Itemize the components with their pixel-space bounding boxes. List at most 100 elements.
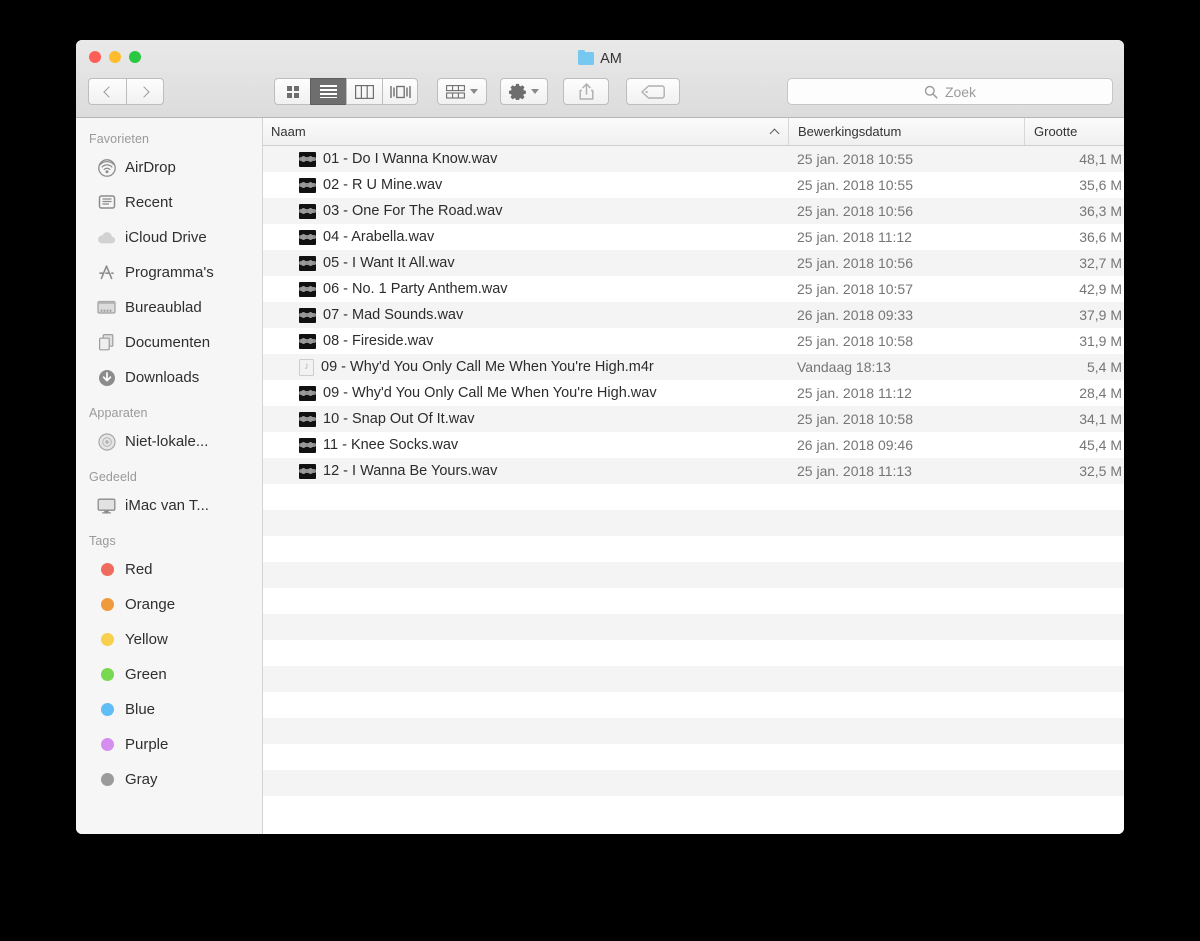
file-name-label: 05 - I Want It All.wav [323,255,455,271]
sidebar-item-documenten[interactable]: Documenten [76,325,262,360]
sidebar-item-icloud-drive[interactable]: iCloud Drive [76,220,262,255]
empty-row [263,744,1124,770]
cell-naam: 10 - Snap Out Of It.wav [263,411,788,427]
column-header-grootte[interactable]: Grootte [1024,118,1124,145]
action-button[interactable] [500,78,548,105]
cell-bewerkingsdatum: 25 jan. 2018 10:56 [797,255,913,271]
table-row[interactable]: 03 - One For The Road.wav 25 jan. 2018 10… [263,198,1124,224]
sidebar-item-niet-lokale[interactable]: Niet-lokale... [76,424,262,459]
sidebar-item-recent[interactable]: Recent [76,185,262,220]
gallery-view-button[interactable] [382,78,418,105]
cell-bewerkingsdatum: 25 jan. 2018 11:12 [797,385,912,401]
sidebar-item-programmas[interactable]: Programma's [76,255,262,290]
wav-file-icon [299,151,316,167]
sidebar-header-tags: Tags [89,534,116,548]
column-header-bewerkingsdatum[interactable]: Bewerkingsdatum [788,118,1024,145]
table-row[interactable]: 01 - Do I Wanna Know.wav 25 jan. 2018 10:… [263,146,1124,172]
column-header-naam[interactable]: Naam [263,118,788,145]
icloud-icon [97,228,116,247]
cell-bewerkingsdatum: 25 jan. 2018 10:55 [797,177,913,193]
cell-bewerkingsdatum: 25 jan. 2018 10:58 [797,333,913,349]
back-button[interactable] [88,78,126,105]
applications-icon [97,263,116,282]
table-row[interactable]: 10 - Snap Out Of It.wav 25 jan. 2018 10:5… [263,406,1124,432]
sidebar-item-label: Purple [125,736,169,753]
wav-file-icon [299,203,316,219]
empty-row [263,770,1124,796]
sidebar-item-tag-yellow[interactable]: Yellow [76,622,262,657]
search-placeholder: Zoek [944,83,977,100]
sidebar-item-tag-orange[interactable]: Orange [76,587,262,622]
cell-naam: 06 - No. 1 Party Anthem.wav [263,281,788,297]
list-view-button[interactable] [310,78,346,105]
cell-grootte: 48,1 M [1079,151,1122,167]
table-row[interactable]: 07 - Mad Sounds.wav 26 jan. 2018 09:33 37,… [263,302,1124,328]
navigation-buttons [88,78,164,105]
file-name-label: 12 - I Wanna Be Yours.wav [323,463,498,479]
sidebar-item-label: Niet-lokale... [125,433,209,450]
table-row[interactable]: ♪ 09 - Why'd You Only Call Me When You're… [263,354,1124,380]
arrange-button-inner[interactable] [437,78,487,105]
search-input[interactable]: Zoek [787,78,1113,105]
column-view-button[interactable] [346,78,382,105]
share-button-inner[interactable] [563,78,609,105]
tag-icon [641,84,665,99]
tag-dot-icon [97,595,116,614]
sidebar-item-airdrop[interactable]: AirDrop [76,150,262,185]
sidebar-item-imac-van-t[interactable]: iMac van T... [76,488,262,523]
table-row[interactable]: 12 - I Wanna Be Yours.wav 25 jan. 2018 11… [263,458,1124,484]
arrange-button[interactable] [437,78,487,105]
cell-bewerkingsdatum: 25 jan. 2018 10:57 [797,281,913,297]
cell-naam: 01 - Do I Wanna Know.wav [263,151,788,167]
sidebar-item-label: Orange [125,596,176,613]
cell-grootte: 31,9 M [1079,333,1122,349]
table-row[interactable]: 06 - No. 1 Party Anthem.wav 25 jan. 2018 … [263,276,1124,302]
table-row[interactable]: 11 - Knee Socks.wav 26 jan. 2018 09:46 45,… [263,432,1124,458]
sidebar-item-tag-blue[interactable]: Blue [76,692,262,727]
wav-file-icon [299,177,316,193]
cell-bewerkingsdatum: 25 jan. 2018 10:56 [797,203,913,219]
table-row[interactable]: 09 - Why'd You Only Call Me When You're … [263,380,1124,406]
wav-file-icon [299,333,316,349]
table-row[interactable]: 04 - Arabella.wav 25 jan. 2018 11:12 36,6 … [263,224,1124,250]
sidebar: Favorieten AirDrop Recent iCloud Drive P… [76,118,263,834]
wav-file-icon [299,437,316,453]
wav-file-icon [299,281,316,297]
sidebar-item-tag-green[interactable]: Green [76,657,262,692]
recent-clock-icon [97,193,116,212]
action-button-inner[interactable] [500,78,548,105]
cell-grootte: 32,7 M [1079,255,1122,271]
chevron-left-icon [103,85,115,98]
table-row[interactable]: 02 - R U Mine.wav 25 jan. 2018 10:55 35,6 … [263,172,1124,198]
icon-view-button[interactable] [274,78,310,105]
cell-bewerkingsdatum: 26 jan. 2018 09:33 [797,307,913,323]
cell-naam: ♪ 09 - Why'd You Only Call Me When You're… [263,358,788,376]
sidebar-item-tag-purple[interactable]: Purple [76,727,262,762]
cell-grootte: 35,6 M [1079,177,1122,193]
window-body: Favorieten AirDrop Recent iCloud Drive P… [76,118,1124,834]
sidebar-item-label: iCloud Drive [125,229,207,246]
sidebar-item-downloads[interactable]: Downloads [76,360,262,395]
sidebar-item-tag-red[interactable]: Red [76,552,262,587]
tag-button[interactable] [626,78,680,105]
table-row[interactable]: 05 - I Want It All.wav 25 jan. 2018 10:56… [263,250,1124,276]
sidebar-item-tag-gray[interactable]: Gray [76,762,262,797]
file-name-label: 03 - One For The Road.wav [323,203,503,219]
cell-grootte: 5,4 M [1086,359,1122,375]
cell-bewerkingsdatum: 26 jan. 2018 09:46 [797,437,913,453]
share-button[interactable] [563,78,609,105]
cell-naam: 12 - I Wanna Be Yours.wav [263,463,788,479]
chevron-down-icon [531,89,539,94]
sidebar-header-favorieten: Favorieten [89,132,150,146]
sidebar-item-label: Documenten [125,334,211,351]
tag-dot-icon [97,735,116,754]
arrange-grid-icon [446,84,465,99]
cell-naam: 11 - Knee Socks.wav [263,437,788,453]
sidebar-item-label: Red [125,561,153,578]
tag-button-inner[interactable] [626,78,680,105]
file-list-header: Naam Bewerkingsdatum Grootte [263,118,1124,146]
cell-grootte: 36,3 M [1079,203,1122,219]
sidebar-item-bureaublad[interactable]: Bureaublad [76,290,262,325]
table-row[interactable]: 08 - Fireside.wav 25 jan. 2018 10:58 31,9 … [263,328,1124,354]
forward-button[interactable] [126,78,164,105]
